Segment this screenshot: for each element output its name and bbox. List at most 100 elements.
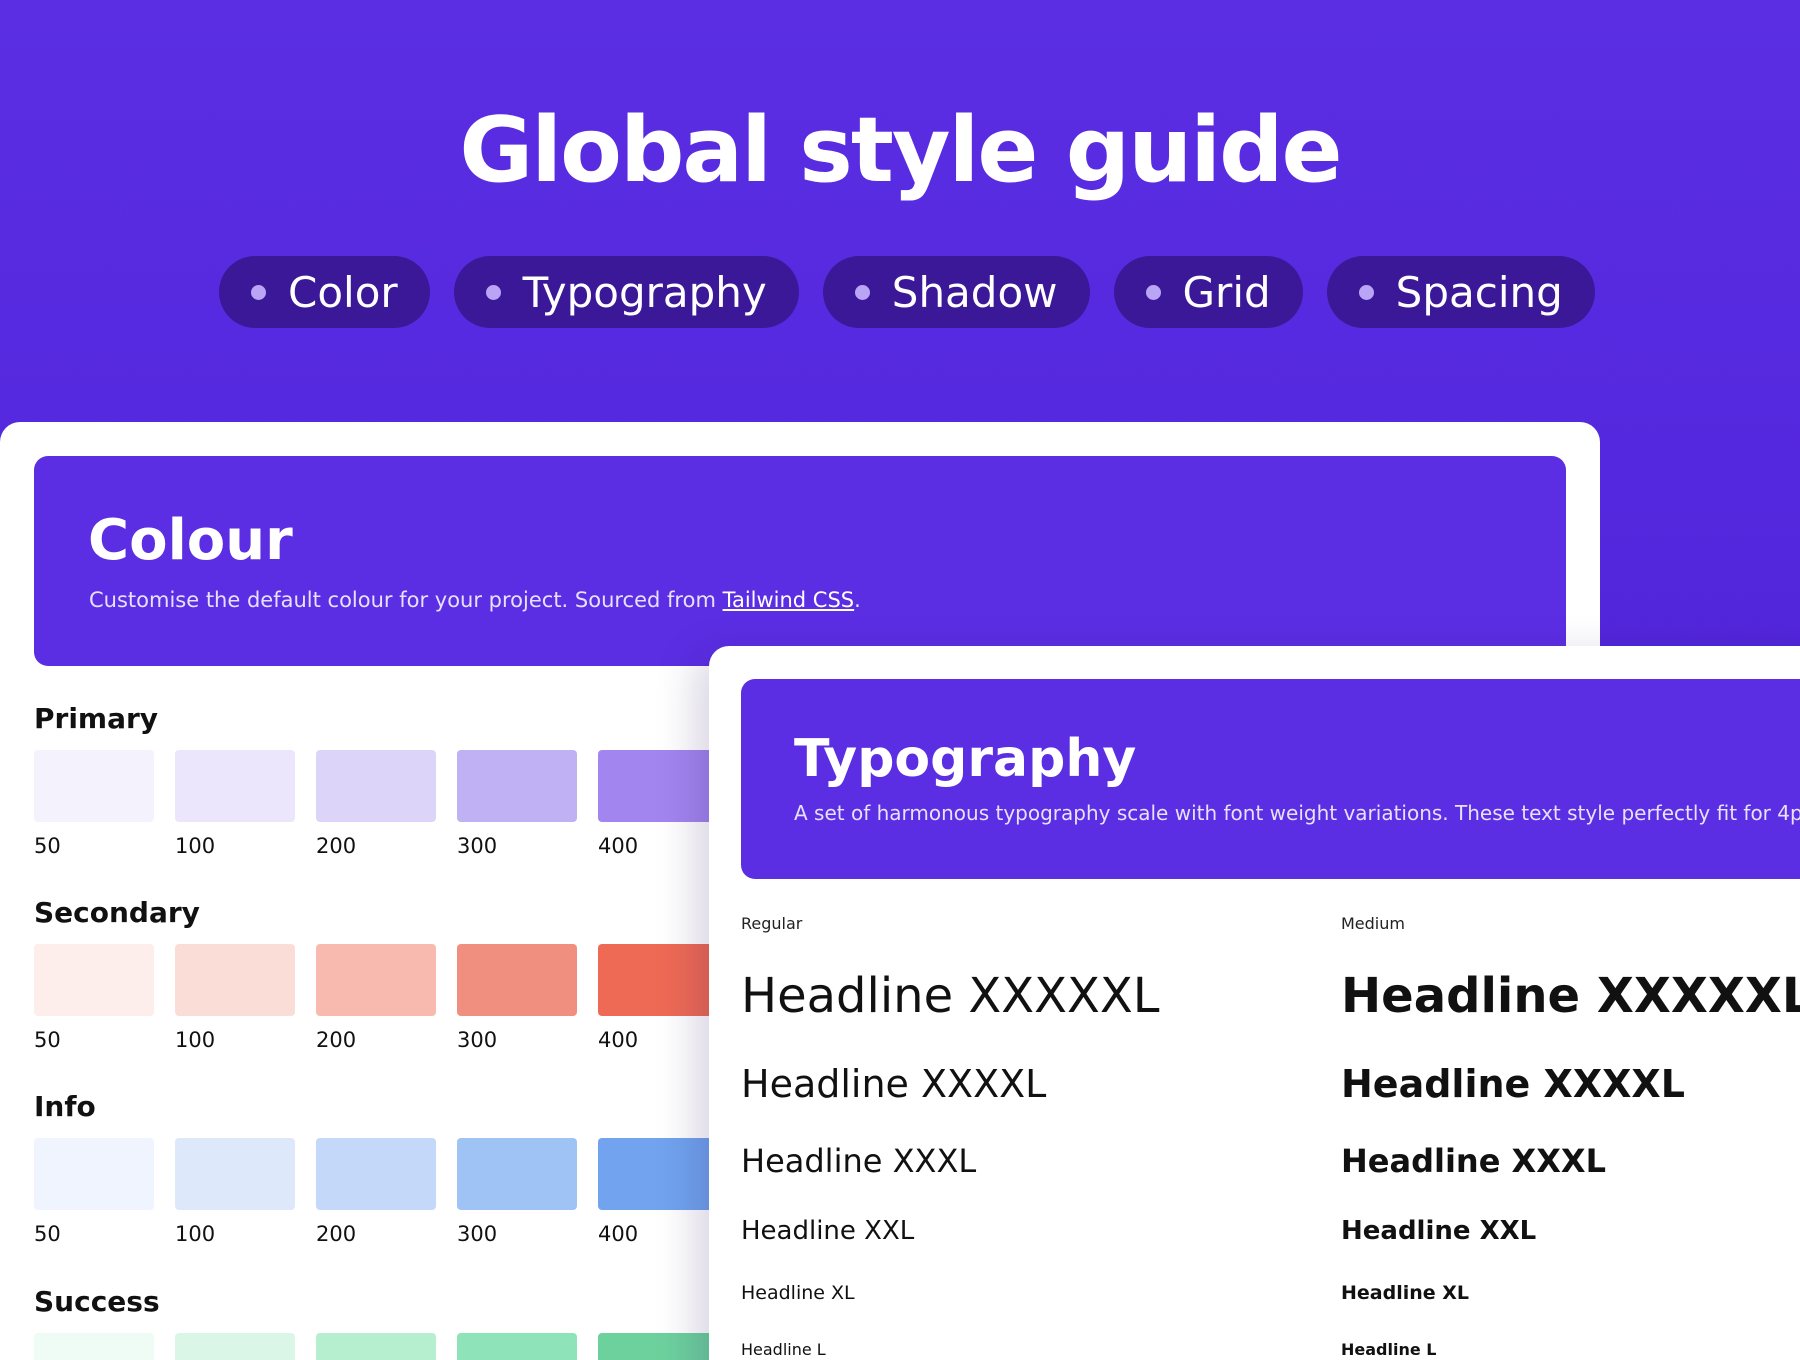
swatch[interactable]: 400 [598, 750, 718, 858]
swatch[interactable]: 300 [457, 1138, 577, 1246]
colour-title: Colour [88, 508, 293, 573]
swatch[interactable]: 300 [457, 750, 577, 858]
swatch-row-primary: 50 100 200 300 400 [34, 750, 718, 858]
headline-sample: Headline XXXXL [741, 1062, 1047, 1106]
column-label-medium: Medium [1341, 914, 1405, 933]
headline-sample: Headline XXL [1341, 1216, 1537, 1246]
swatch[interactable]: 100 [175, 1138, 295, 1246]
swatch-label: 50 [34, 1222, 61, 1246]
headline-sample: Headline XXXXL [1341, 1062, 1685, 1106]
swatch-color [598, 944, 718, 1016]
headline-sample: Headline XXXL [741, 1142, 977, 1180]
chip-spacing[interactable]: Spacing [1326, 256, 1595, 328]
swatch[interactable]: 50 [34, 1138, 154, 1246]
swatch[interactable]: 300 [457, 944, 577, 1052]
swatch-color [457, 1333, 577, 1360]
swatch-label: 200 [316, 1222, 357, 1246]
swatch-color [316, 1138, 436, 1210]
swatch[interactable]: 100 [175, 750, 295, 858]
swatch-color [175, 1333, 295, 1360]
swatch-label: 300 [457, 1222, 498, 1246]
headline-sample: Headline XXXL [1341, 1142, 1606, 1180]
tailwind-link[interactable]: Tailwind CSS [723, 588, 855, 612]
colour-banner: Colour Customise the default colour for … [34, 456, 1566, 666]
bullet-icon [1145, 284, 1161, 300]
group-title-success: Success [34, 1285, 160, 1318]
chip-color[interactable]: Color [219, 256, 430, 328]
swatch[interactable] [175, 1333, 295, 1360]
swatch[interactable]: 100 [175, 944, 295, 1052]
headline-sample: Headline L [1341, 1340, 1437, 1359]
bullet-icon [1358, 284, 1374, 300]
chip-grid[interactable]: Grid [1113, 256, 1303, 328]
swatch-color [34, 1138, 154, 1210]
headline-sample: Headline XL [741, 1282, 855, 1304]
swatch-label: 300 [457, 1028, 498, 1052]
swatch[interactable]: 400 [598, 944, 718, 1052]
headline-sample: Headline XXXXXL [741, 968, 1160, 1024]
chip-shadow[interactable]: Shadow [822, 256, 1090, 328]
swatch-label: 200 [316, 1028, 357, 1052]
swatch-row-success [34, 1333, 718, 1360]
swatch-color [175, 750, 295, 822]
swatch-color [175, 944, 295, 1016]
swatch-color [598, 750, 718, 822]
swatch[interactable]: 50 [34, 944, 154, 1052]
swatch[interactable]: 200 [316, 944, 436, 1052]
chip-label: Grid [1182, 267, 1271, 317]
chip-typography[interactable]: Typography [453, 256, 799, 328]
typography-description: A set of harmonous typography scale with… [794, 801, 1800, 825]
headline-sample: Headline XXXXXL [1341, 968, 1800, 1024]
chip-label: Spacing [1395, 267, 1563, 317]
swatch-color [457, 1138, 577, 1210]
swatch[interactable]: 50 [34, 750, 154, 858]
swatch-color [175, 1138, 295, 1210]
group-title-primary: Primary [34, 702, 159, 735]
column-label-regular: Regular [741, 914, 803, 933]
headline-sample: Headline L [741, 1340, 826, 1359]
chip-label: Typography [522, 267, 767, 317]
chip-label: Color [288, 267, 398, 317]
headline-sample: Headline XL [1341, 1282, 1470, 1304]
swatch[interactable]: 200 [316, 750, 436, 858]
swatch-label: 300 [457, 834, 498, 858]
swatch-label: 400 [598, 834, 639, 858]
swatch-row-secondary: 50 100 200 300 400 [34, 944, 718, 1052]
swatch-color [316, 750, 436, 822]
swatch-label: 100 [175, 1222, 216, 1246]
swatch[interactable] [457, 1333, 577, 1360]
swatch-color [316, 944, 436, 1016]
swatch[interactable] [598, 1333, 718, 1360]
swatch-label: 50 [34, 1028, 61, 1052]
group-title-info: Info [34, 1090, 96, 1123]
headline-sample: Headline XXL [741, 1216, 915, 1246]
swatch-color [457, 944, 577, 1016]
swatch-color [34, 750, 154, 822]
swatch-row-info: 50 100 200 300 400 [34, 1138, 718, 1246]
swatch-color [34, 944, 154, 1016]
bullet-icon [485, 284, 501, 300]
swatch-label: 100 [175, 834, 216, 858]
typography-banner: Typography A set of harmonous typography… [741, 679, 1800, 879]
swatch-label: 200 [316, 834, 357, 858]
swatch[interactable]: 200 [316, 1138, 436, 1246]
swatch-color [598, 1333, 718, 1360]
bullet-icon [854, 284, 870, 300]
swatch[interactable] [34, 1333, 154, 1360]
swatch-label: 400 [598, 1028, 639, 1052]
typography-title: Typography [794, 729, 1137, 789]
swatch-color [316, 1333, 436, 1360]
swatch-label: 100 [175, 1028, 216, 1052]
swatch[interactable] [316, 1333, 436, 1360]
bullet-icon [251, 284, 266, 300]
swatch[interactable]: 400 [598, 1138, 718, 1246]
colour-description: Customise the default colour for your pr… [89, 588, 861, 612]
page-title: Global style guide [459, 98, 1342, 203]
section-nav: Color Typography Shadow Grid Spacing [219, 256, 1595, 328]
swatch-color [457, 750, 577, 822]
swatch-color [598, 1138, 718, 1210]
swatch-label: 50 [34, 834, 61, 858]
swatch-color [34, 1333, 154, 1360]
typography-card: Typography A set of harmonous typography… [709, 646, 1800, 1360]
group-title-secondary: Secondary [34, 896, 200, 929]
